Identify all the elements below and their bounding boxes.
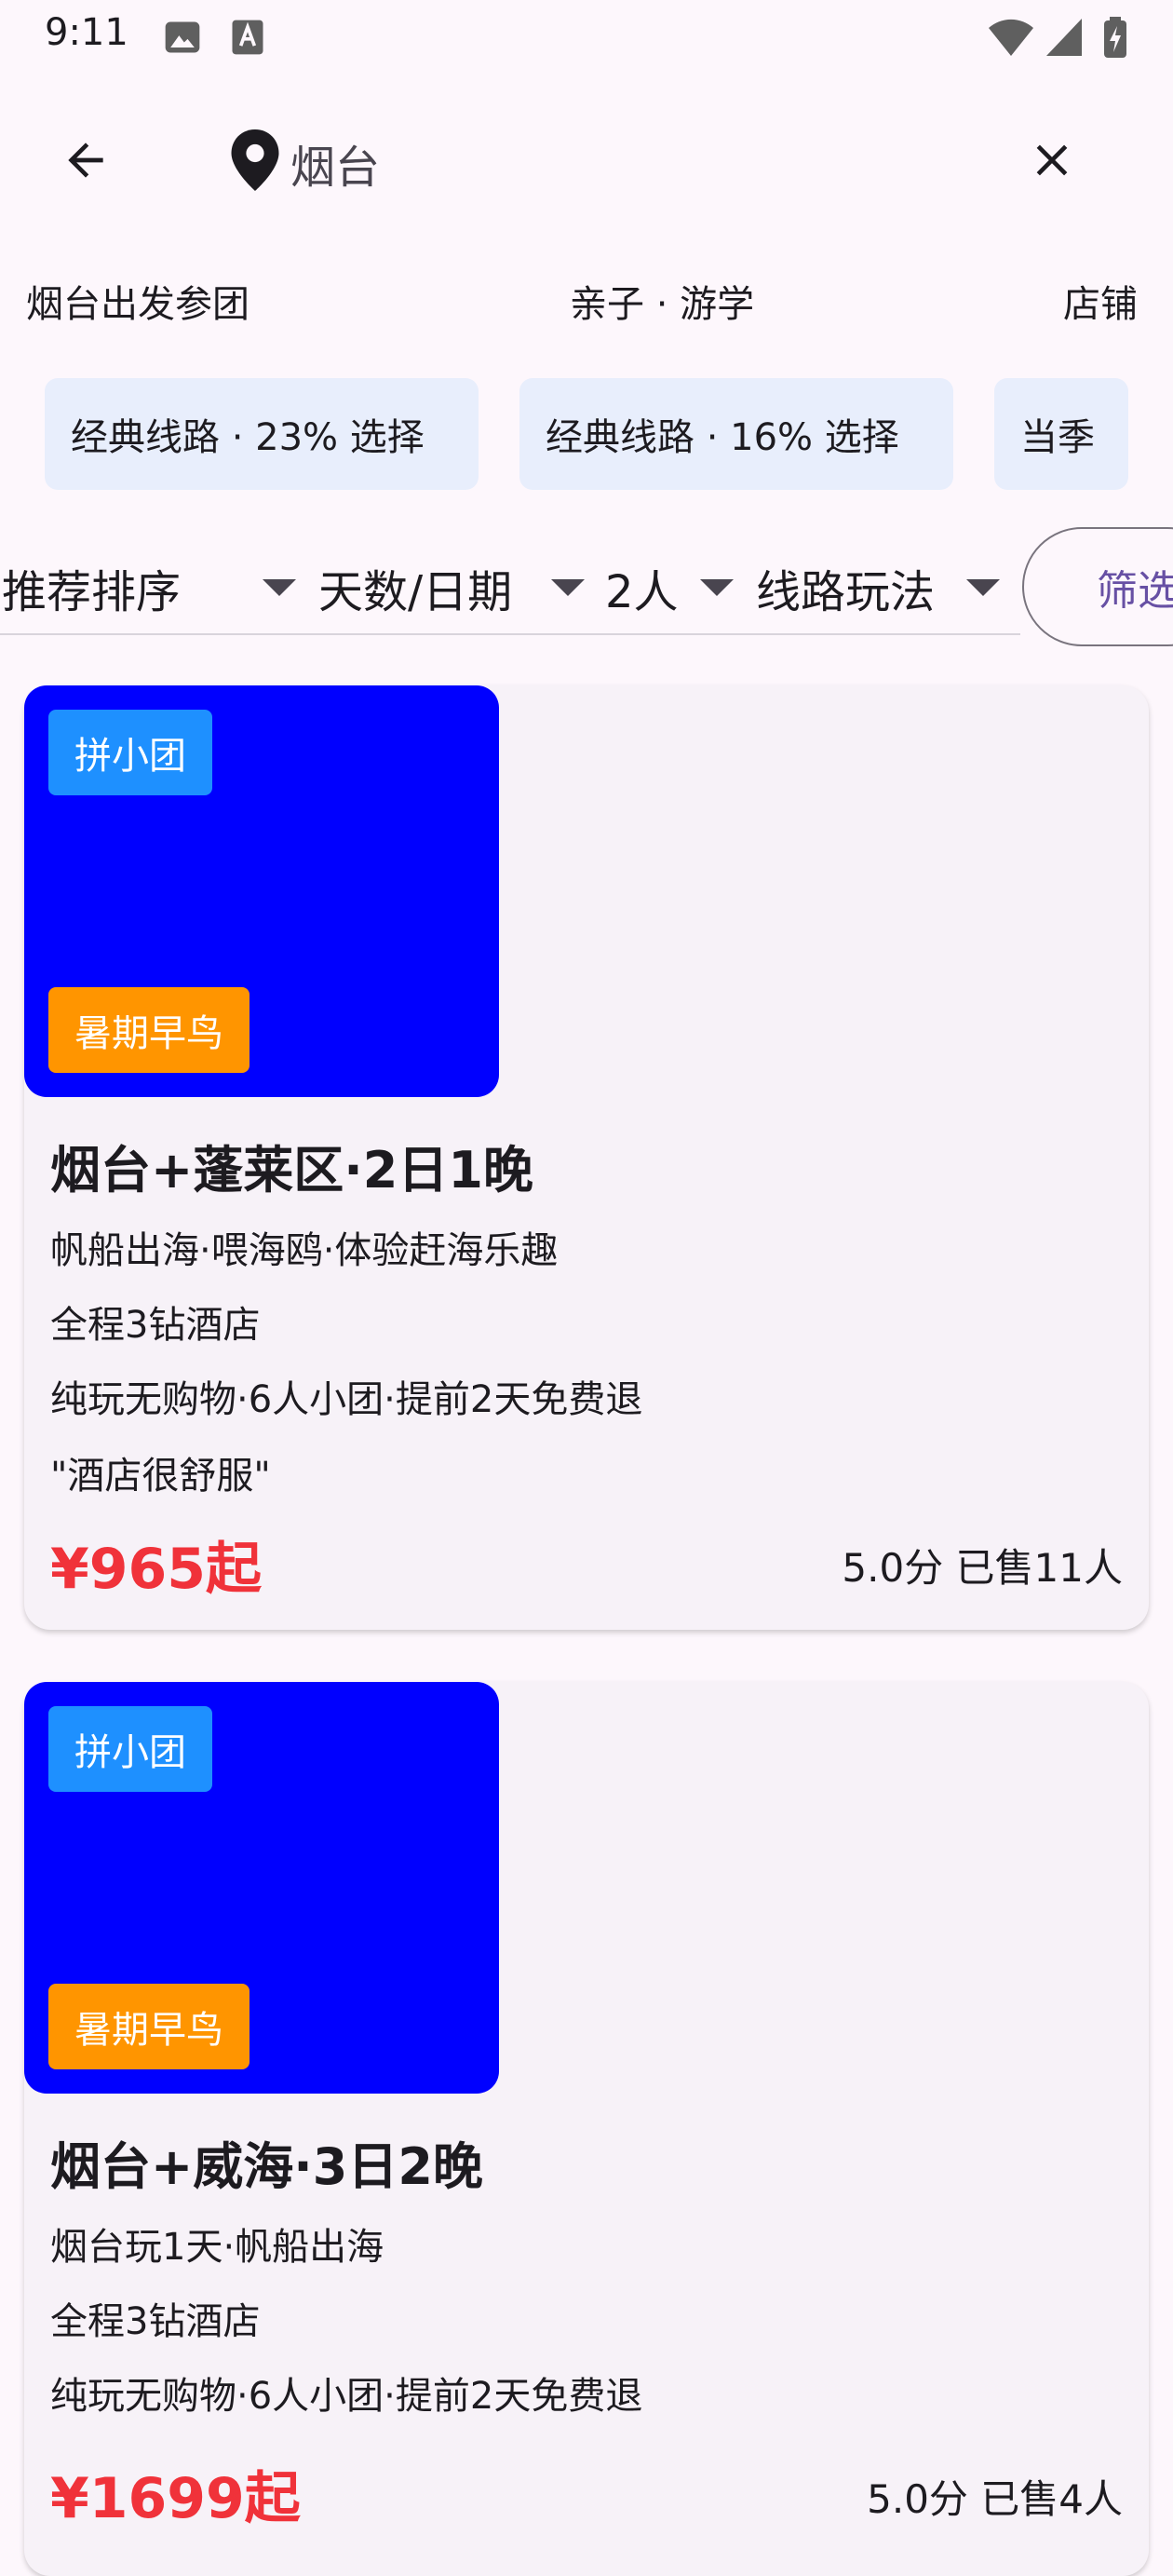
text-icon xyxy=(227,17,268,58)
product-title: 烟台+蓬莱区·2日1晚 xyxy=(50,1141,533,1200)
product-price: ¥1699起 xyxy=(50,2466,301,2531)
product-review: "酒店很舒服" xyxy=(50,1455,271,1498)
close-icon xyxy=(1026,134,1078,190)
product-title: 烟台+威海·3日2晚 xyxy=(50,2137,483,2196)
group-badge: 拼小团 xyxy=(48,1706,212,1792)
early-bird-badge: 暑期早鸟 xyxy=(48,987,249,1073)
people-dropdown[interactable]: 2人 xyxy=(605,555,679,620)
chip-classic-route-2[interactable]: 经典线路 · 16% 选择 xyxy=(519,378,953,490)
sort-dropdown[interactable]: 推荐排序 xyxy=(2,555,181,620)
product-rating-sales: 5.0分 已售11人 xyxy=(842,1545,1123,1591)
group-badge: 拼小团 xyxy=(48,710,212,795)
caret-down-icon xyxy=(263,579,296,596)
back-button[interactable] xyxy=(43,119,128,205)
early-bird-badge: 暑期早鸟 xyxy=(48,1984,249,2069)
product-card[interactable]: 拼小团 暑期早鸟 烟台+威海·3日2晚 烟台玩1天·帆船出海 全程3钻酒店 纯玩… xyxy=(24,1682,1149,2576)
filter-divider xyxy=(0,633,1020,635)
wifi-icon xyxy=(987,17,1035,58)
caret-down-icon xyxy=(551,579,585,596)
location-pin-icon xyxy=(227,127,283,194)
clear-search-button[interactable] xyxy=(1009,119,1095,205)
caret-down-icon xyxy=(966,579,1000,596)
image-icon xyxy=(162,17,203,58)
chip-seasonal[interactable]: 当季 xyxy=(994,378,1128,490)
tab-departure-group[interactable]: 烟台出发参团 xyxy=(26,274,249,328)
product-hotel: 全程3钻酒店 xyxy=(50,1304,261,1347)
filter-button[interactable]: 筛选 xyxy=(1022,527,1173,646)
product-hotel: 全程3钻酒店 xyxy=(50,2300,261,2343)
status-time: 9:11 xyxy=(45,11,128,54)
product-price: ¥965起 xyxy=(50,1537,262,1602)
chip-classic-route-1[interactable]: 经典线路 · 23% 选择 xyxy=(45,378,479,490)
search-input[interactable]: 烟台 xyxy=(290,130,380,196)
battery-icon xyxy=(1102,17,1128,58)
product-highlights: 烟台玩1天·帆船出海 xyxy=(50,2226,384,2269)
product-highlights: 帆船出海·喂海鸥·体验赶海乐趣 xyxy=(50,1229,559,1272)
back-arrow-icon xyxy=(60,134,112,190)
product-rating-sales: 5.0分 已售4人 xyxy=(867,2476,1123,2522)
product-policy: 纯玩无购物·6人小团·提前2天免费退 xyxy=(50,1378,643,1421)
filter-button-label: 筛选 xyxy=(1097,567,1173,615)
signal-icon xyxy=(1045,17,1084,58)
product-policy: 纯玩无购物·6人小团·提前2天免费退 xyxy=(50,2375,643,2418)
tab-store[interactable]: 店铺 xyxy=(1063,274,1138,328)
tab-family-study[interactable]: 亲子 · 游学 xyxy=(570,274,754,328)
product-card[interactable]: 拼小团 暑期早鸟 烟台+蓬莱区·2日1晚 帆船出海·喂海鸥·体验赶海乐趣 全程3… xyxy=(24,685,1149,1630)
status-bar: 9:11 xyxy=(0,0,1173,75)
days-dropdown[interactable]: 天数/日期 xyxy=(318,555,512,620)
caret-down-icon xyxy=(700,579,734,596)
routes-dropdown[interactable]: 线路玩法 xyxy=(756,555,935,620)
